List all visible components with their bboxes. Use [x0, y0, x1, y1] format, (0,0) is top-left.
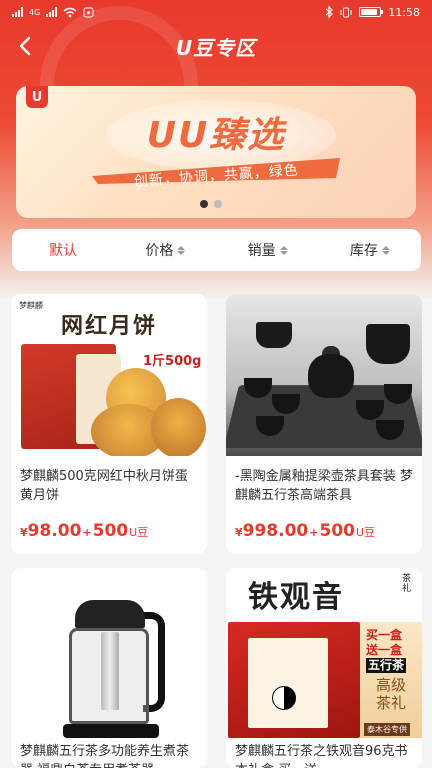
mooncake [151, 398, 206, 456]
sort-price-label: 价格 [145, 243, 174, 259]
product-image [11, 568, 207, 738]
page-title: U豆专区 [175, 35, 257, 60]
product-card[interactable]: -黑陶金属釉提梁壶茶具套装 梦麒麟五行茶高端茶具 ¥ 998.00 + 500 … [226, 294, 422, 554]
image-big-text: 高级茶礼 [376, 676, 407, 712]
yin-yang-icon [272, 686, 296, 710]
sort-stock[interactable]: 库存 [319, 240, 421, 260]
kettle-filter [101, 632, 119, 710]
teapot [308, 354, 354, 398]
sort-default[interactable]: 默认 [12, 240, 114, 260]
signal-icon-2 [46, 7, 58, 17]
image-title-text: 铁观音 [248, 580, 344, 615]
product-price: ¥ 998.00 + 500 U豆 [235, 521, 376, 541]
image-sub-text: 茶礼 [402, 574, 412, 594]
wifi-icon [63, 7, 77, 17]
product-name: -黑陶金属釉提梁壶茶具套装 梦麒麟五行茶高端茶具 [235, 469, 413, 503]
product-card[interactable]: 铁观音 茶礼 买一盒 送一盒 五行茶 高级茶礼 泰木谷专供 梦麒麟五行茶之铁观音… [226, 568, 422, 768]
product-name: 梦麒麟五行茶多功能养生煮茶器 福鼎白茶专用煮茶器 [20, 744, 190, 768]
status-bar: 4G 11:58 [0, 0, 432, 24]
product-image: 铁观音 茶礼 买一盒 送一盒 五行茶 高级茶礼 泰木谷专供 [226, 568, 422, 738]
image-brand-text: 泰木谷专供 [364, 723, 410, 736]
sort-arrows-icon [381, 245, 390, 255]
vibrate-icon [340, 7, 352, 17]
product-name: 梦麒麟500克网红中秋月饼蛋黄月饼 [20, 469, 188, 503]
bluetooth-icon [325, 6, 334, 18]
kettle-base [63, 724, 159, 738]
carrier-label: 4G [29, 7, 41, 17]
image-promo-tags: 买一盒 送一盒 五行茶 [366, 628, 407, 673]
promo-banner[interactable]: U UU臻选 [16, 86, 416, 218]
nav-bar: U豆专区 [0, 24, 432, 68]
image-title-text: 网红月饼 [60, 314, 157, 339]
sort-bar: 默认 价格 销量 库存 [12, 229, 421, 271]
pager-dot [214, 200, 222, 208]
status-time: 11:58 [388, 5, 420, 19]
sort-arrows-icon [177, 245, 186, 255]
brand-logo: U [26, 86, 48, 108]
battery-icon [359, 7, 384, 17]
gift-box-inner [248, 638, 328, 728]
sort-sales-label: 销量 [247, 243, 276, 259]
product-image: 梦麒麟 网红月饼 1斤500g [11, 294, 207, 456]
sort-stock-label: 库存 [349, 243, 378, 259]
sort-default-label: 默认 [49, 243, 78, 259]
sort-arrows-icon [279, 245, 288, 255]
pager-dot-active [200, 200, 208, 208]
notification-icon [83, 7, 94, 17]
product-image [226, 294, 422, 456]
tea-stand [256, 322, 292, 348]
sort-sales[interactable]: 销量 [217, 240, 319, 260]
sort-price[interactable]: 价格 [114, 240, 216, 260]
back-arrow-icon[interactable] [14, 34, 38, 58]
image-weight-text: 1斤500g [143, 354, 202, 369]
tea-pitcher [366, 324, 410, 364]
signal-icon [12, 7, 23, 17]
product-price: ¥ 98.00 + 500 U豆 [20, 521, 149, 541]
banner-title: UU臻选 [146, 115, 286, 156]
banner-pager [200, 200, 222, 208]
kettle-lid [75, 600, 145, 628]
product-name: 梦麒麟五行茶之铁观音96克书本礼盒 买一送一 [235, 744, 408, 768]
product-card[interactable]: 梦麒麟 网红月饼 1斤500g 梦麒麟500克网红中秋月饼蛋黄月饼 ¥ 98.0… [11, 294, 207, 554]
product-card[interactable]: 梦麒麟五行茶多功能养生煮茶器 福鼎白茶专用煮茶器 [11, 568, 207, 768]
